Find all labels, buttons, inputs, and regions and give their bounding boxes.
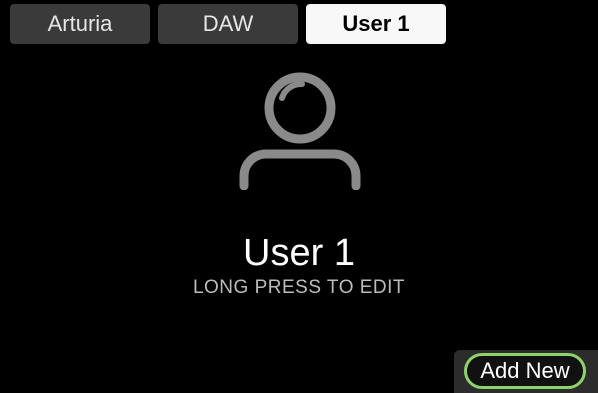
profile-name: User 1: [243, 232, 355, 274]
tab-daw[interactable]: DAW: [158, 4, 298, 44]
user-icon: [239, 72, 361, 190]
edit-hint: LONG PRESS TO EDIT: [192, 277, 406, 298]
tab-arturia[interactable]: Arturia: [10, 4, 150, 44]
mode-tab-bar: Arturia DAW User 1: [10, 4, 446, 44]
add-new-button[interactable]: Add New: [464, 353, 586, 389]
tab-user-1[interactable]: User 1: [306, 4, 446, 44]
